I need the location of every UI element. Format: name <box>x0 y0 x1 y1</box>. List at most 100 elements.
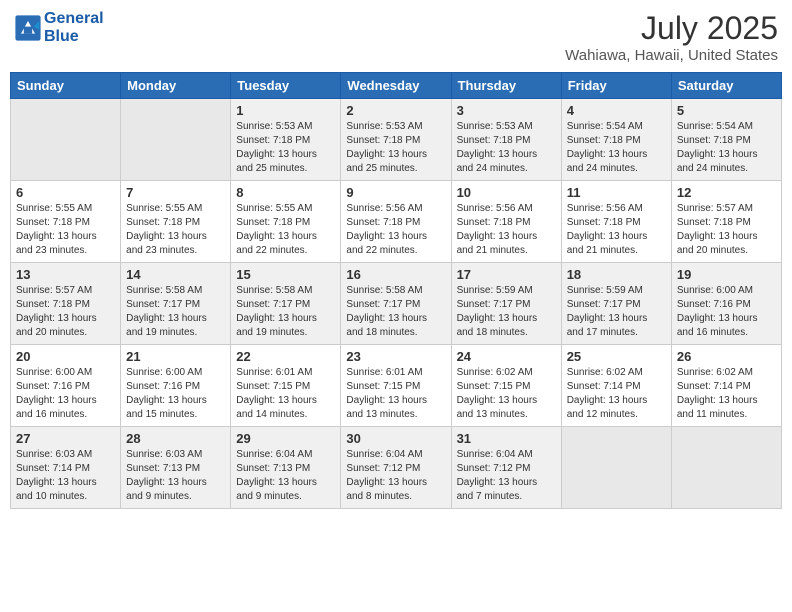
day-number: 29 <box>236 431 335 446</box>
column-header-friday: Friday <box>561 73 671 99</box>
week-row-3: 13Sunrise: 5:57 AM Sunset: 7:18 PM Dayli… <box>11 263 782 345</box>
calendar-cell: 6 Sunrise: 5:55 AM Sunset: 7:18 PM Daylig… <box>11 181 121 263</box>
day-info: Sunrise: 5:56 AM Sunset: 7:18 PM Dayligh… <box>346 202 445 258</box>
day-info: Sunrise: 5:54 AM Sunset: 7:18 PM Dayligh… <box>567 120 666 176</box>
calendar-cell: 24 Sunrise: 6:02 AM Sunset: 7:15 PM Dayli… <box>451 345 561 427</box>
location-title: Wahiawa, Hawaii, United States <box>565 47 778 64</box>
column-header-monday: Monday <box>121 73 231 99</box>
day-number: 24 <box>457 349 556 364</box>
day-number: 4 <box>567 103 666 118</box>
day-number: 3 <box>457 103 556 118</box>
column-header-wednesday: Wednesday <box>341 73 451 99</box>
logo-icon <box>14 14 42 42</box>
day-info: Sunrise: 5:55 AM Sunset: 7:18 PM Dayligh… <box>126 202 225 258</box>
day-info: Sunrise: 6:00 AM Sunset: 7:16 PM Dayligh… <box>126 366 225 422</box>
day-info: Sunrise: 6:03 AM Sunset: 7:14 PM Dayligh… <box>16 448 115 504</box>
day-number: 16 <box>346 267 445 282</box>
day-info: Sunrise: 6:00 AM Sunset: 7:16 PM Dayligh… <box>16 366 115 422</box>
calendar-cell: 4 Sunrise: 5:54 AM Sunset: 7:18 PM Daylig… <box>561 99 671 181</box>
calendar-cell: 3 Sunrise: 5:53 AM Sunset: 7:18 PM Daylig… <box>451 99 561 181</box>
calendar-cell: 21 Sunrise: 6:00 AM Sunset: 7:16 PM Dayli… <box>121 345 231 427</box>
header-row: SundayMondayTuesdayWednesdayThursdayFrid… <box>11 73 782 99</box>
day-info: Sunrise: 5:54 AM Sunset: 7:18 PM Dayligh… <box>677 120 776 176</box>
day-info: Sunrise: 6:04 AM Sunset: 7:12 PM Dayligh… <box>457 448 556 504</box>
day-info: Sunrise: 5:55 AM Sunset: 7:18 PM Dayligh… <box>16 202 115 258</box>
day-info: Sunrise: 6:02 AM Sunset: 7:14 PM Dayligh… <box>677 366 776 422</box>
day-number: 15 <box>236 267 335 282</box>
day-number: 12 <box>677 185 776 200</box>
day-number: 1 <box>236 103 335 118</box>
calendar-cell: 10Sunrise: 5:56 AM Sunset: 7:18 PM Dayli… <box>451 181 561 263</box>
day-info: Sunrise: 6:01 AM Sunset: 7:15 PM Dayligh… <box>236 366 335 422</box>
logo-text: General Blue <box>44 10 104 46</box>
calendar-cell <box>121 99 231 181</box>
day-number: 21 <box>126 349 225 364</box>
logo: General Blue <box>14 10 104 46</box>
calendar-cell: 9 Sunrise: 5:56 AM Sunset: 7:18 PM Daylig… <box>341 181 451 263</box>
day-info: Sunrise: 5:53 AM Sunset: 7:18 PM Dayligh… <box>457 120 556 176</box>
title-block: July 2025 Wahiawa, Hawaii, United States <box>565 10 778 64</box>
calendar-cell: 20 Sunrise: 6:00 AM Sunset: 7:16 PM Dayli… <box>11 345 121 427</box>
day-number: 8 <box>236 185 335 200</box>
calendar-cell: 27 Sunrise: 6:03 AM Sunset: 7:14 PM Dayli… <box>11 427 121 509</box>
calendar-cell: 19 Sunrise: 6:00 AM Sunset: 7:16 PM Dayli… <box>671 263 781 345</box>
day-info: Sunrise: 6:00 AM Sunset: 7:16 PM Dayligh… <box>677 284 776 340</box>
day-number: 14 <box>126 267 225 282</box>
calendar-cell: 14 Sunrise: 5:58 AM Sunset: 7:17 PM Dayli… <box>121 263 231 345</box>
calendar-cell: 22Sunrise: 6:01 AM Sunset: 7:15 PM Dayli… <box>231 345 341 427</box>
day-info: Sunrise: 5:57 AM Sunset: 7:18 PM Dayligh… <box>677 202 776 258</box>
day-info: Sunrise: 5:59 AM Sunset: 7:17 PM Dayligh… <box>457 284 556 340</box>
day-info: Sunrise: 5:53 AM Sunset: 7:18 PM Dayligh… <box>346 120 445 176</box>
day-number: 20 <box>16 349 115 364</box>
calendar-cell: 7Sunrise: 5:55 AM Sunset: 7:18 PM Daylig… <box>121 181 231 263</box>
calendar-cell: 5 Sunrise: 5:54 AM Sunset: 7:18 PM Daylig… <box>671 99 781 181</box>
calendar-cell <box>11 99 121 181</box>
column-header-sunday: Sunday <box>11 73 121 99</box>
calendar-cell: 13Sunrise: 5:57 AM Sunset: 7:18 PM Dayli… <box>11 263 121 345</box>
calendar-cell: 17Sunrise: 5:59 AM Sunset: 7:17 PM Dayli… <box>451 263 561 345</box>
day-info: Sunrise: 5:57 AM Sunset: 7:18 PM Dayligh… <box>16 284 115 340</box>
day-number: 11 <box>567 185 666 200</box>
calendar-cell: 30Sunrise: 6:04 AM Sunset: 7:12 PM Dayli… <box>341 427 451 509</box>
day-number: 18 <box>567 267 666 282</box>
day-number: 9 <box>346 185 445 200</box>
calendar-cell: 29 Sunrise: 6:04 AM Sunset: 7:13 PM Dayli… <box>231 427 341 509</box>
day-info: Sunrise: 5:58 AM Sunset: 7:17 PM Dayligh… <box>126 284 225 340</box>
day-number: 2 <box>346 103 445 118</box>
day-info: Sunrise: 5:56 AM Sunset: 7:18 PM Dayligh… <box>567 202 666 258</box>
day-number: 25 <box>567 349 666 364</box>
day-number: 6 <box>16 185 115 200</box>
week-row-2: 6 Sunrise: 5:55 AM Sunset: 7:18 PM Daylig… <box>11 181 782 263</box>
month-title: July 2025 <box>565 10 778 47</box>
column-header-thursday: Thursday <box>451 73 561 99</box>
day-number: 28 <box>126 431 225 446</box>
day-info: Sunrise: 5:58 AM Sunset: 7:17 PM Dayligh… <box>236 284 335 340</box>
day-info: Sunrise: 5:58 AM Sunset: 7:17 PM Dayligh… <box>346 284 445 340</box>
calendar-cell: 26Sunrise: 6:02 AM Sunset: 7:14 PM Dayli… <box>671 345 781 427</box>
calendar-cell: 23Sunrise: 6:01 AM Sunset: 7:15 PM Dayli… <box>341 345 451 427</box>
week-row-4: 20 Sunrise: 6:00 AM Sunset: 7:16 PM Dayli… <box>11 345 782 427</box>
calendar-cell: 1 Sunrise: 5:53 AM Sunset: 7:18 PM Daylig… <box>231 99 341 181</box>
calendar-cell: 12 Sunrise: 5:57 AM Sunset: 7:18 PM Dayli… <box>671 181 781 263</box>
day-number: 31 <box>457 431 556 446</box>
calendar-cell: 18Sunrise: 5:59 AM Sunset: 7:17 PM Dayli… <box>561 263 671 345</box>
day-info: Sunrise: 5:56 AM Sunset: 7:18 PM Dayligh… <box>457 202 556 258</box>
day-info: Sunrise: 5:55 AM Sunset: 7:18 PM Dayligh… <box>236 202 335 258</box>
calendar-cell: 15 Sunrise: 5:58 AM Sunset: 7:17 PM Dayli… <box>231 263 341 345</box>
day-number: 5 <box>677 103 776 118</box>
day-number: 27 <box>16 431 115 446</box>
calendar-cell: 16 Sunrise: 5:58 AM Sunset: 7:17 PM Dayli… <box>341 263 451 345</box>
calendar-cell: 25Sunrise: 6:02 AM Sunset: 7:14 PM Dayli… <box>561 345 671 427</box>
day-info: Sunrise: 5:53 AM Sunset: 7:18 PM Dayligh… <box>236 120 335 176</box>
day-info: Sunrise: 6:04 AM Sunset: 7:13 PM Dayligh… <box>236 448 335 504</box>
column-header-saturday: Saturday <box>671 73 781 99</box>
calendar-cell: 11 Sunrise: 5:56 AM Sunset: 7:18 PM Dayli… <box>561 181 671 263</box>
day-number: 23 <box>346 349 445 364</box>
day-info: Sunrise: 6:04 AM Sunset: 7:12 PM Dayligh… <box>346 448 445 504</box>
calendar-table: SundayMondayTuesdayWednesdayThursdayFrid… <box>10 72 782 509</box>
calendar-cell: 2 Sunrise: 5:53 AM Sunset: 7:18 PM Daylig… <box>341 99 451 181</box>
day-number: 19 <box>677 267 776 282</box>
calendar-cell <box>671 427 781 509</box>
calendar-cell: 28Sunrise: 6:03 AM Sunset: 7:13 PM Dayli… <box>121 427 231 509</box>
day-info: Sunrise: 6:02 AM Sunset: 7:15 PM Dayligh… <box>457 366 556 422</box>
